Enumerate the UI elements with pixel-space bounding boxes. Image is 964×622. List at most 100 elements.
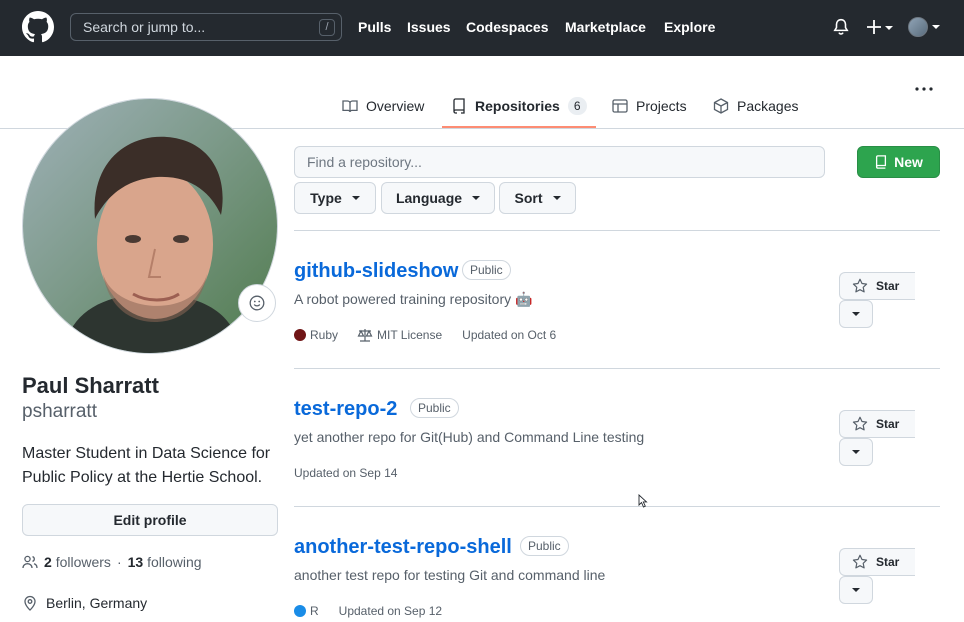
nav-issues[interactable]: Issues xyxy=(407,19,451,35)
bell-icon[interactable] xyxy=(832,18,850,36)
star-icon xyxy=(852,278,868,293)
new-repository-button[interactable]: New xyxy=(857,146,940,178)
star-button[interactable]: Star xyxy=(839,272,915,300)
following-count: 13 xyxy=(127,554,144,570)
sort-filter-dropdown[interactable]: Sort xyxy=(499,182,576,214)
chevron-down-icon xyxy=(852,450,860,454)
tab-projects[interactable]: Projects xyxy=(612,96,687,116)
language-filter-label: Language xyxy=(395,190,463,206)
profile-name: Paul Sharratt xyxy=(22,373,159,398)
nav-marketplace[interactable]: Marketplace xyxy=(565,19,646,35)
star-button[interactable]: Star xyxy=(839,548,915,576)
people-icon xyxy=(22,555,38,569)
repositories-count-badge: 6 xyxy=(567,97,587,115)
chevron-down-icon xyxy=(351,196,360,200)
star-label: Star xyxy=(876,555,900,569)
list-divider xyxy=(294,368,940,369)
edit-profile-button[interactable]: Edit profile xyxy=(22,504,278,536)
repo-meta: Ruby MIT License Updated on Oct 6 xyxy=(294,328,556,342)
language-color-dot xyxy=(294,605,306,617)
repo-updated: Updated on Oct 6 xyxy=(462,328,557,342)
repo-description: another test repo for testing Git and co… xyxy=(294,567,606,583)
repo-description: A robot powered training repository 🤖 xyxy=(294,291,533,307)
repo-name-link[interactable]: another-test-repo-shell xyxy=(294,536,512,559)
nav-pulls[interactable]: Pulls xyxy=(358,19,391,35)
chevron-down-icon xyxy=(932,25,940,29)
star-list-dropdown[interactable] xyxy=(839,300,873,328)
star-button[interactable]: Star xyxy=(839,410,915,438)
star-icon xyxy=(852,554,868,569)
nav-explore[interactable]: Explore xyxy=(664,19,715,35)
user-avatar-menu[interactable] xyxy=(908,17,928,37)
set-status-button[interactable] xyxy=(238,284,276,322)
tab-packages[interactable]: Packages xyxy=(713,96,798,116)
followers-label: followers xyxy=(55,554,111,570)
followers-link[interactable]: 2 followers xyxy=(44,554,111,570)
chevron-down-icon xyxy=(552,196,561,200)
repo-language: Ruby xyxy=(310,328,339,342)
visibility-badge: Public xyxy=(520,536,569,556)
create-new-plus-icon[interactable] xyxy=(866,16,894,38)
profile-avatar xyxy=(22,98,278,354)
repo-language: R xyxy=(310,604,319,618)
tab-projects-label: Projects xyxy=(636,98,687,114)
book-icon xyxy=(342,100,358,113)
tab-repositories[interactable]: Repositories 6 xyxy=(451,96,587,116)
repo-description: yet another repo for Git(Hub) and Comman… xyxy=(294,429,645,445)
sort-filter-label: Sort xyxy=(514,190,543,206)
mouse-cursor-icon xyxy=(638,494,648,508)
nav-codespaces[interactable]: Codespaces xyxy=(466,19,548,35)
repo-license[interactable]: MIT License xyxy=(377,328,442,342)
search-placeholder: Search or jump to... xyxy=(83,19,206,35)
repo-updated: Updated on Sep 14 xyxy=(294,466,398,480)
type-filter-label: Type xyxy=(310,190,342,206)
search-shortcut-key: / xyxy=(319,19,335,36)
location-pin-icon xyxy=(24,595,36,611)
star-icon xyxy=(852,416,868,431)
star-list-dropdown[interactable] xyxy=(839,576,873,604)
separator-dot: · xyxy=(116,554,122,570)
new-button-label: New xyxy=(894,154,923,170)
repo-name-link[interactable]: test-repo-2 xyxy=(294,398,397,421)
profile-bio: Master Student in Data Science for Publi… xyxy=(22,445,271,486)
star-list-dropdown[interactable] xyxy=(839,438,873,466)
profile-location: Berlin, Germany xyxy=(22,595,147,611)
repo-meta: Updated on Sep 14 xyxy=(294,466,397,480)
language-filter-dropdown[interactable]: Language xyxy=(381,182,495,214)
chevron-down-icon xyxy=(472,196,481,200)
following-label: following xyxy=(147,554,202,570)
tab-packages-label: Packages xyxy=(737,98,799,114)
repo-meta: R Updated on Sep 12 xyxy=(294,604,442,618)
list-divider xyxy=(294,230,940,231)
package-icon xyxy=(713,98,729,114)
repo-icon xyxy=(876,155,887,169)
smiley-icon xyxy=(249,295,265,311)
type-filter-dropdown[interactable]: Type xyxy=(294,182,376,214)
tab-repositories-label: Repositories xyxy=(475,98,560,114)
global-search-input[interactable]: Search or jump to... / xyxy=(70,13,342,41)
tab-overview-label: Overview xyxy=(366,98,425,114)
repo-icon xyxy=(453,98,465,114)
visibility-badge: Public xyxy=(462,260,511,280)
list-divider xyxy=(294,506,940,507)
star-label: Star xyxy=(876,279,900,293)
find-repository-placeholder: Find a repository... xyxy=(307,154,422,170)
profile-username: psharratt xyxy=(22,401,97,422)
law-scale-icon xyxy=(357,329,373,342)
tab-overview[interactable]: Overview xyxy=(342,96,424,116)
table-icon xyxy=(612,99,628,113)
github-logo-icon[interactable] xyxy=(22,11,54,43)
visibility-badge: Public xyxy=(410,398,459,418)
kebab-horizontal-icon[interactable] xyxy=(913,84,935,94)
location-text: Berlin, Germany xyxy=(46,595,148,611)
follow-stats: 2 followers · 13 following xyxy=(22,554,202,570)
chevron-down-icon xyxy=(852,312,860,316)
global-header: Search or jump to... / Pulls Issues Code… xyxy=(0,0,964,56)
followers-count: 2 xyxy=(44,554,52,570)
repo-name-link[interactable]: github-slideshow xyxy=(294,260,458,283)
find-repository-input[interactable]: Find a repository... xyxy=(294,146,825,178)
following-link[interactable]: 13 following xyxy=(128,554,202,570)
repo-updated: Updated on Sep 12 xyxy=(338,604,443,618)
language-color-dot xyxy=(294,329,306,341)
star-label: Star xyxy=(876,417,900,431)
